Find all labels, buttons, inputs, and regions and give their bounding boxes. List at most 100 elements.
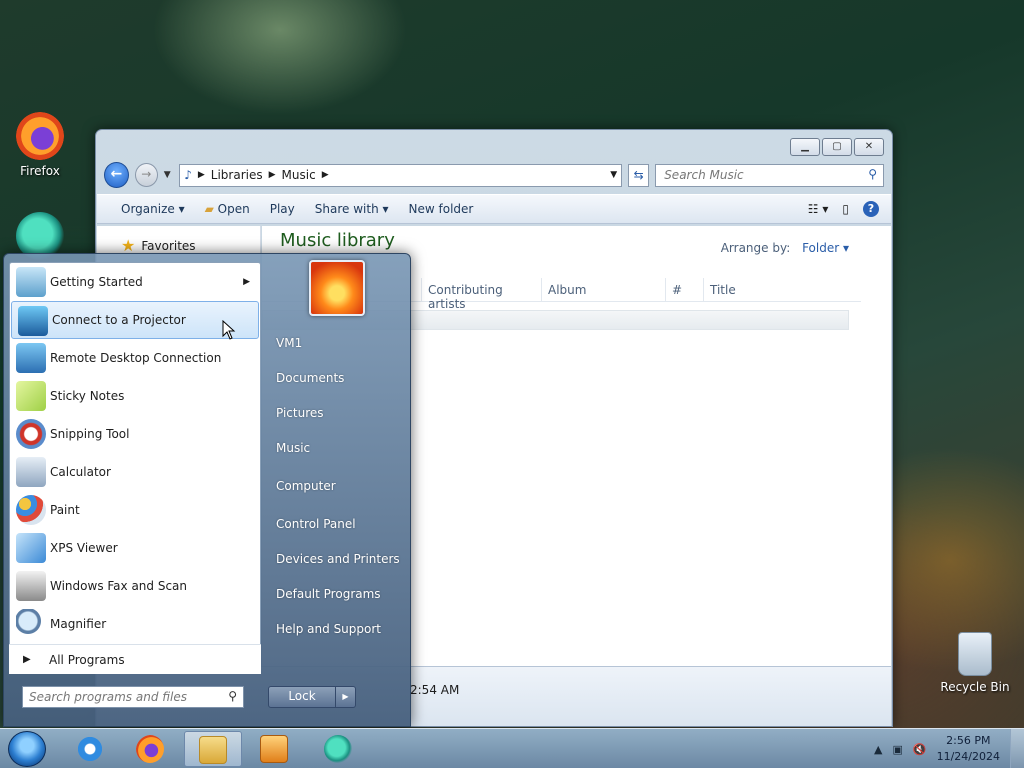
organize-button[interactable]: Organize ▾ — [111, 202, 195, 216]
window-controls: ▁ ▢ ✕ — [790, 138, 884, 156]
xps-viewer-icon — [16, 533, 46, 563]
column-header-title[interactable]: Title — [704, 278, 844, 301]
address-dropdown-icon[interactable]: ▼ — [610, 170, 617, 180]
arrange-by-dropdown[interactable]: Folder ▾ — [802, 241, 849, 255]
desktop-icon-recycle-bin[interactable]: Recycle Bin — [937, 632, 1013, 694]
recent-pages-button[interactable]: ▼ — [164, 170, 174, 180]
view-options-icon[interactable]: ☷ ▾ — [808, 202, 829, 216]
firefox-icon — [136, 735, 164, 763]
favorites-label: Favorites — [141, 238, 196, 253]
refresh-button[interactable]: ⇆ — [628, 163, 650, 187]
program-remote-desktop-connection[interactable]: Remote Desktop Connection — [10, 339, 260, 377]
recycle-bin-icon — [958, 632, 992, 676]
search-placeholder: Search Music — [664, 167, 744, 182]
folder-icon — [199, 736, 227, 764]
desktop-icon-firefox[interactable]: Firefox — [2, 112, 78, 178]
program-sticky-notes[interactable]: Sticky Notes — [10, 377, 260, 415]
music-note-icon: ♪ — [184, 168, 192, 182]
minimize-button[interactable]: ▁ — [790, 138, 820, 156]
program-snipping-tool[interactable]: Snipping Tool — [10, 415, 260, 453]
show-desktop-button[interactable] — [1010, 729, 1024, 768]
help-icon[interactable]: ? — [863, 201, 879, 217]
projector-icon — [18, 306, 48, 336]
column-header-contributing-artists[interactable]: Contributing artists — [422, 278, 542, 311]
address-bar[interactable]: ♪ ▶ Libraries ▶ Music ▶ ▼ — [179, 163, 623, 187]
breadcrumb-music[interactable]: Music — [282, 168, 316, 182]
place-music[interactable]: Music — [266, 431, 408, 466]
mouse-cursor-icon — [222, 319, 236, 340]
all-programs-button[interactable]: ▶ All Programs — [9, 644, 261, 674]
program-calculator[interactable]: Calculator — [10, 453, 260, 491]
library-title: Music library — [280, 230, 395, 251]
start-search-input[interactable]: Search programs and files ⚲ — [22, 686, 244, 708]
sticky-notes-icon — [16, 381, 46, 411]
place-help-and-support[interactable]: Help and Support — [266, 612, 408, 647]
column-header-number[interactable]: # — [666, 278, 704, 301]
search-icon[interactable]: ⚲ — [868, 167, 877, 181]
clock-time: 2:56 PM — [946, 734, 991, 747]
column-header-album[interactable]: Album — [542, 278, 666, 301]
magnifier-icon — [16, 609, 46, 639]
place-vm1[interactable]: VM1 — [266, 326, 408, 361]
shutdown-options-button[interactable]: ▶ — [336, 686, 356, 708]
clock-date: 11/24/2024 — [936, 750, 1000, 763]
program-xps-viewer[interactable]: XPS Viewer — [10, 529, 260, 567]
breadcrumb-libraries[interactable]: Libraries — [211, 168, 263, 182]
open-button[interactable]: ▰ Open — [195, 202, 260, 216]
snipping-tool-icon — [16, 419, 46, 449]
place-documents[interactable]: Documents — [266, 361, 408, 396]
search-icon[interactable]: ⚲ — [228, 689, 237, 703]
remote-desktop-icon — [16, 343, 46, 373]
getting-started-icon — [16, 267, 46, 297]
show-hidden-icons-icon[interactable]: ▲ — [874, 743, 882, 756]
back-button[interactable]: ← — [104, 162, 129, 188]
program-getting-started[interactable]: Getting Started ▶ — [10, 263, 260, 301]
search-input[interactable]: Search Music ⚲ — [655, 163, 884, 187]
forward-button[interactable]: → — [134, 163, 158, 187]
firefox-icon — [16, 112, 64, 160]
preview-pane-icon[interactable]: ▯ — [842, 202, 849, 216]
maximize-button[interactable]: ▢ — [822, 138, 852, 156]
taskbar-firefox[interactable] — [124, 731, 176, 767]
program-paint[interactable]: Paint — [10, 491, 260, 529]
folder-icon: ▰ — [204, 202, 214, 216]
program-windows-fax-and-scan[interactable]: Windows Fax and Scan — [10, 567, 260, 605]
taskbar-media-player[interactable] — [248, 731, 300, 767]
address-row: ← → ▼ ♪ ▶ Libraries ▶ Music ▶ ▼ ⇆ Search… — [104, 162, 884, 188]
program-magnifier[interactable]: Magnifier — [10, 605, 260, 643]
paint-icon — [16, 495, 46, 525]
place-control-panel[interactable]: Control Panel — [266, 507, 408, 542]
internet-explorer-icon — [76, 735, 104, 763]
right-arrow-icon: ▶ — [23, 654, 31, 665]
command-bar: Organize ▾ ▰ Open Play Share with ▾ New … — [97, 194, 891, 224]
desktop-icon-label: Recycle Bin — [940, 680, 1010, 694]
desktop-icon-label: Firefox — [20, 164, 60, 178]
lock-button[interactable]: Lock — [268, 686, 336, 708]
submenu-arrow-icon[interactable]: ▶ — [243, 277, 250, 287]
new-folder-button[interactable]: New folder — [399, 202, 484, 216]
place-pictures[interactable]: Pictures — [266, 396, 408, 431]
taskbar-edge[interactable] — [312, 731, 364, 767]
taskbar-internet-explorer[interactable] — [64, 731, 116, 767]
fax-scan-icon — [16, 571, 46, 601]
breadcrumb-separator-icon[interactable]: ▶ — [322, 170, 329, 180]
clock[interactable]: 2:56 PM 11/24/2024 — [937, 733, 1000, 765]
system-tray: ▲ ▣ 🔇 2:56 PM 11/24/2024 — [874, 729, 1000, 768]
start-button[interactable] — [8, 731, 46, 767]
taskbar-file-explorer[interactable] — [184, 731, 242, 767]
share-with-button[interactable]: Share with ▾ — [305, 202, 399, 216]
close-button[interactable]: ✕ — [854, 138, 884, 156]
breadcrumb-separator-icon[interactable]: ▶ — [269, 170, 276, 180]
play-button[interactable]: Play — [260, 202, 305, 216]
volume-muted-icon[interactable]: 🔇 — [913, 743, 927, 756]
edge-icon — [324, 735, 352, 763]
breadcrumb-separator-icon[interactable]: ▶ — [198, 170, 205, 180]
start-menu-places: VM1 Documents Pictures Music Computer Co… — [266, 326, 408, 647]
network-icon[interactable]: ▣ — [892, 743, 902, 756]
user-avatar[interactable] — [309, 260, 365, 316]
calculator-icon — [16, 457, 46, 487]
place-default-programs[interactable]: Default Programs — [266, 577, 408, 612]
place-computer[interactable]: Computer — [266, 469, 408, 504]
place-devices-and-printers[interactable]: Devices and Printers — [266, 542, 408, 577]
media-player-icon — [260, 735, 288, 763]
